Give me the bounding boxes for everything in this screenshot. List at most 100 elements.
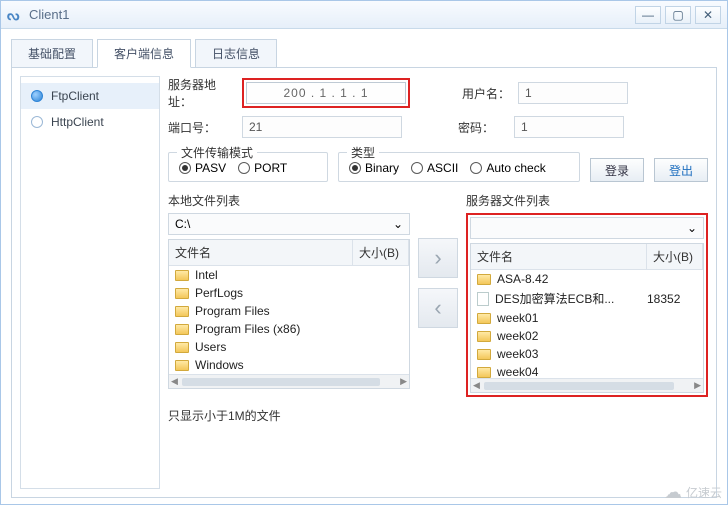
transfer-mode-legend: 文件传输模式: [177, 144, 257, 161]
file-size: 18352: [647, 292, 697, 306]
type-legend: 类型: [347, 144, 379, 161]
list-item[interactable]: Intel: [169, 266, 409, 284]
server-highlight: ⌄ 文件名 大小(B) ASA-8.42 DES加密算法ECB和... 18352 w…: [466, 213, 708, 397]
file-name: ASA-8.42: [497, 272, 641, 286]
scrollbar[interactable]: ◀▶: [169, 374, 409, 388]
server-label: 服务器地址：: [168, 76, 236, 110]
port-label: 端口号：: [168, 119, 236, 136]
local-path-combo[interactable]: C:\ ⌄: [168, 213, 410, 235]
server-file-list: 文件名 大小(B) ASA-8.42 DES加密算法ECB和... 18352 wee…: [470, 243, 704, 393]
row-port: 端口号： 密码：: [168, 116, 708, 138]
local-path-value: C:\: [175, 217, 190, 231]
folder-icon: [175, 288, 189, 299]
sidebar-item-label: FtpClient: [51, 89, 99, 103]
window-controls: — ▢ ✕: [635, 6, 721, 24]
mode-row: 文件传输模式 PASV PORT 类型 Binary ASCII Auto ch…: [168, 146, 708, 182]
col-size[interactable]: 大小(B): [647, 244, 703, 269]
sidebar-item-ftpclient[interactable]: FtpClient: [21, 83, 159, 109]
server-list-body: ASA-8.42 DES加密算法ECB和... 18352 week01 week02 w…: [471, 270, 703, 378]
radio-dot-icon: [238, 162, 250, 174]
transfer-mode-group: 文件传输模式 PASV PORT: [168, 152, 328, 182]
file-icon: [477, 292, 489, 306]
list-item[interactable]: week02: [471, 327, 703, 345]
local-list-body: Intel PerfLogs Program Files Program Files …: [169, 266, 409, 374]
port-input[interactable]: [242, 116, 402, 138]
content-area: 基础配置 客户端信息 日志信息 FtpClient HttpClient 服务器…: [1, 29, 727, 504]
list-item[interactable]: Program Files (x86): [169, 320, 409, 338]
folder-icon: [175, 270, 189, 281]
status-dot-icon: [31, 90, 43, 102]
col-name[interactable]: 文件名: [169, 240, 353, 265]
list-item[interactable]: week01: [471, 309, 703, 327]
chevron-down-icon: ⌄: [393, 217, 403, 231]
folder-icon: [477, 331, 491, 342]
size-hint: 只显示小于1M的文件: [168, 407, 708, 424]
status-dot-icon: [31, 116, 43, 128]
list-item[interactable]: DES加密算法ECB和... 18352: [471, 288, 703, 309]
app-window: ᔓ Client1 — ▢ ✕ 基础配置 客户端信息 日志信息 FtpClien…: [0, 0, 728, 505]
list-item[interactable]: week03: [471, 345, 703, 363]
server-file-section: 服务器文件列表 ⌄ 文件名 大小(B) ASA: [466, 188, 708, 397]
list-item[interactable]: Program Files: [169, 302, 409, 320]
tab-client-info[interactable]: 客户端信息: [97, 39, 191, 68]
list-item[interactable]: Windows: [169, 356, 409, 374]
folder-icon: [175, 324, 189, 335]
radio-dot-icon: [349, 162, 361, 174]
cloud-icon: ☁: [664, 482, 682, 503]
window-title: Client1: [29, 7, 635, 22]
radio-binary[interactable]: Binary: [349, 161, 399, 175]
radio-port[interactable]: PORT: [238, 161, 287, 175]
row-server: 服务器地址： 200 . 1 . 1 . 1 用户名：: [168, 76, 708, 110]
file-name: week01: [497, 311, 641, 325]
list-item[interactable]: ASA-8.42: [471, 270, 703, 288]
radio-pasv[interactable]: PASV: [179, 161, 226, 175]
file-name: Program Files (x86): [195, 322, 347, 336]
scrollbar[interactable]: ◀▶: [471, 378, 703, 392]
list-item[interactable]: Users: [169, 338, 409, 356]
upload-button[interactable]: ›: [418, 238, 458, 278]
file-name: week02: [497, 329, 641, 343]
file-name: PerfLogs: [195, 286, 347, 300]
logout-button[interactable]: 登出: [654, 158, 708, 182]
app-icon: ᔓ: [7, 7, 23, 23]
col-size[interactable]: 大小(B): [353, 240, 409, 265]
radio-autocheck[interactable]: Auto check: [470, 161, 545, 175]
main-tabs: 基础配置 客户端信息 日志信息: [11, 39, 717, 68]
folder-icon: [477, 349, 491, 360]
file-name: DES加密算法ECB和...: [495, 290, 641, 307]
client-sidebar: FtpClient HttpClient: [20, 76, 160, 489]
sidebar-item-httpclient[interactable]: HttpClient: [21, 109, 159, 135]
list-item[interactable]: week04: [471, 363, 703, 378]
download-button[interactable]: ‹: [418, 288, 458, 328]
sidebar-item-label: HttpClient: [51, 115, 104, 129]
list-item[interactable]: PerfLogs: [169, 284, 409, 302]
pass-label: 密码：: [458, 119, 508, 136]
local-file-list: 文件名 大小(B) Intel PerfLogs Program Files Prog…: [168, 239, 410, 389]
file-name: Intel: [195, 268, 347, 282]
local-title: 本地文件列表: [168, 192, 410, 209]
tab-basic-config[interactable]: 基础配置: [11, 39, 93, 68]
file-name: week04: [497, 365, 641, 378]
login-button[interactable]: 登录: [590, 158, 644, 182]
watermark-text: 亿速云: [686, 484, 722, 501]
file-name: Program Files: [195, 304, 347, 318]
server-path-combo[interactable]: ⌄: [470, 217, 704, 239]
password-input[interactable]: [514, 116, 624, 138]
tab-log-info[interactable]: 日志信息: [195, 39, 277, 68]
maximize-button[interactable]: ▢: [665, 6, 691, 24]
close-button[interactable]: ✕: [695, 6, 721, 24]
radio-dot-icon: [470, 162, 482, 174]
server-title: 服务器文件列表: [466, 192, 708, 209]
chevron-down-icon: ⌄: [687, 221, 697, 235]
username-input[interactable]: [518, 82, 628, 104]
file-name: Users: [195, 340, 347, 354]
folder-icon: [175, 306, 189, 317]
folder-icon: [175, 342, 189, 353]
folder-icon: [477, 274, 491, 285]
file-name: Windows: [195, 358, 347, 372]
server-ip-input[interactable]: 200 . 1 . 1 . 1: [246, 82, 406, 104]
col-name[interactable]: 文件名: [471, 244, 647, 269]
file-name: week03: [497, 347, 641, 361]
minimize-button[interactable]: —: [635, 6, 661, 24]
radio-ascii[interactable]: ASCII: [411, 161, 458, 175]
